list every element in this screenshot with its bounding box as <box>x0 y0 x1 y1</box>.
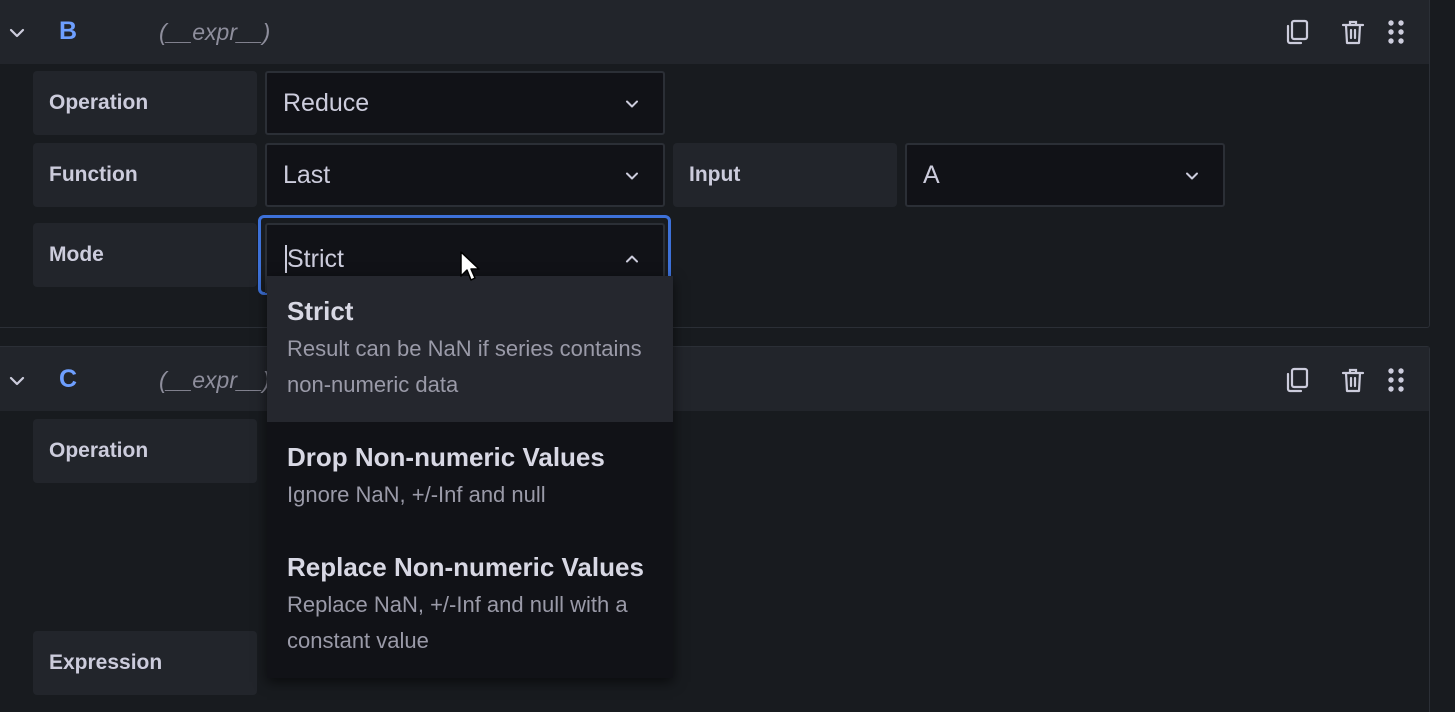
option-description: Replace NaN, +/-Inf and null with a cons… <box>287 592 628 653</box>
option-title: Strict <box>287 296 354 326</box>
operation-select[interactable]: Reduce <box>265 71 665 135</box>
chevron-down-icon[interactable] <box>7 23 27 43</box>
chevron-up-icon <box>626 255 638 263</box>
query-type: (__expr__) <box>159 367 271 393</box>
mode-dropdown-menu: Strict Result can be NaN if series conta… <box>267 276 673 678</box>
expression-label: Expression <box>33 631 257 695</box>
query-b-header: B (__expr__) <box>0 0 1429 64</box>
input-select[interactable]: A <box>905 143 1225 207</box>
trash-icon[interactable] <box>1339 366 1367 394</box>
option-description: Result can be NaN if series contains non… <box>287 336 642 397</box>
mode-label: Mode <box>33 223 257 287</box>
option-title: Drop Non-numeric Values <box>287 442 605 472</box>
copy-icon[interactable] <box>1283 366 1311 394</box>
menu-option-replace-non-numeric[interactable]: Replace Non-numeric Values Replace NaN, … <box>267 532 673 678</box>
query-type: (__expr__) <box>159 19 271 45</box>
chevron-down-icon <box>626 172 638 180</box>
menu-option-strict[interactable]: Strict Result can be NaN if series conta… <box>267 276 673 422</box>
operation-value: Reduce <box>283 88 370 117</box>
query-c-header: C (__expr__) <box>0 347 1429 411</box>
drag-handle-icon[interactable] <box>1382 18 1410 46</box>
trash-icon[interactable] <box>1339 18 1367 46</box>
mode-value: Strict <box>287 244 344 273</box>
option-description: Ignore NaN, +/-Inf and null <box>287 482 546 507</box>
function-value: Last <box>283 160 331 189</box>
input-value: A <box>923 160 940 189</box>
option-title: Replace Non-numeric Values <box>287 552 644 582</box>
copy-icon[interactable] <box>1283 18 1311 46</box>
mouse-pointer-icon <box>460 251 480 281</box>
function-select[interactable]: Last <box>265 143 665 207</box>
operation-label: Operation <box>33 71 257 135</box>
chevron-down-icon <box>626 100 638 108</box>
expression-editor: B (__expr__) Operation Reduce Function L… <box>0 0 1455 712</box>
function-label: Function <box>33 143 257 207</box>
drag-handle-icon[interactable] <box>1382 366 1410 394</box>
input-label: Input <box>673 143 897 207</box>
menu-option-drop-non-numeric[interactable]: Drop Non-numeric Values Ignore NaN, +/-I… <box>267 422 673 532</box>
operation-label: Operation <box>33 419 257 483</box>
query-name[interactable]: B <box>59 17 77 46</box>
chevron-down-icon[interactable] <box>7 371 27 391</box>
chevron-down-icon <box>1186 172 1198 180</box>
query-name[interactable]: C <box>59 365 77 394</box>
